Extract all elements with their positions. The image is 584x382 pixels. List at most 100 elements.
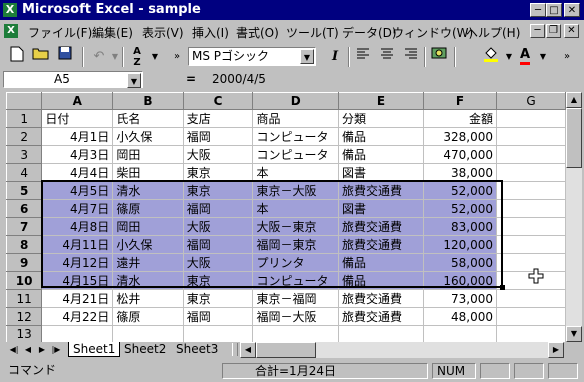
column-header-g[interactable]: G (496, 92, 566, 110)
doc-minimize-button[interactable]: ─ (530, 24, 545, 38)
row-header[interactable]: 8 (6, 235, 43, 254)
column-header-a[interactable]: A (41, 92, 114, 110)
cell-b3[interactable]: 岡田 (112, 145, 184, 164)
scroll-down-icon[interactable]: ▼ (566, 326, 582, 342)
hscroll-thumb[interactable] (256, 342, 316, 358)
cell-c6[interactable]: 福岡 (182, 199, 254, 218)
row-header[interactable]: 13 (6, 325, 43, 342)
cell-e4[interactable]: 図書 (338, 163, 424, 182)
sort-dropdown-icon[interactable]: ▼ (144, 46, 166, 68)
more-buttons-icon[interactable]: » (556, 46, 578, 68)
cell-c7[interactable]: 大阪 (182, 217, 254, 236)
column-header-e[interactable]: E (338, 92, 424, 110)
cell-b11[interactable]: 松井 (112, 289, 184, 308)
cell-d6[interactable]: 本 (252, 199, 340, 218)
cell-e7[interactable]: 旅費交通費 (338, 217, 424, 236)
row-header[interactable]: 1 (6, 109, 43, 128)
cell-b1[interactable]: 氏名 (112, 109, 184, 128)
cell-e3[interactable]: 備品 (338, 145, 424, 164)
formula-input[interactable]: 2000/4/5 (212, 72, 266, 86)
select-all-corner[interactable] (6, 92, 43, 110)
maximize-button[interactable]: □ (546, 3, 562, 17)
cell-c12[interactable]: 福岡 (182, 307, 254, 326)
cell-d9[interactable]: プリンタ (252, 253, 340, 272)
tab-sheet2[interactable]: Sheet2 (120, 342, 170, 357)
cell-d3[interactable]: コンピュータ (252, 145, 340, 164)
cell-g13[interactable] (496, 325, 566, 342)
row-header[interactable]: 11 (6, 289, 43, 308)
scroll-thumb[interactable] (566, 108, 582, 168)
new-file-icon[interactable] (6, 46, 28, 68)
cell-a5[interactable]: 4月5日 (41, 181, 114, 200)
cell-f5[interactable]: 52,000 (422, 181, 498, 200)
row-header[interactable]: 5 (6, 181, 43, 200)
scroll-right-icon[interactable]: ▶ (548, 342, 564, 358)
cell-e2[interactable]: 備品 (338, 127, 424, 146)
cell-b7[interactable]: 岡田 (112, 217, 184, 236)
row-header[interactable]: 10 (6, 271, 43, 290)
cell-d13[interactable] (252, 325, 340, 342)
cell-b10[interactable]: 清水 (112, 271, 184, 290)
cell-g5[interactable] (496, 181, 566, 200)
cell-a2[interactable]: 4月1日 (41, 127, 114, 146)
menu-help[interactable]: ヘルプ(H) (466, 24, 520, 41)
tab-sheet1[interactable]: Sheet1 (68, 342, 121, 357)
cell-e8[interactable]: 旅費交通費 (338, 235, 424, 254)
cell-f4[interactable]: 38,000 (422, 163, 498, 182)
cell-b13[interactable] (112, 325, 184, 342)
cell-c10[interactable]: 東京 (182, 271, 254, 290)
menu-file[interactable]: ファイル(F) (28, 24, 92, 41)
close-button[interactable]: ✕ (564, 3, 580, 17)
cell-a6[interactable]: 4月7日 (41, 199, 114, 218)
cell-f10[interactable]: 160,000 (422, 271, 498, 290)
align-center-icon[interactable] (376, 46, 398, 68)
more-buttons-icon[interactable]: » (166, 46, 188, 68)
cell-f13[interactable] (422, 325, 498, 342)
cell-g7[interactable] (496, 217, 566, 236)
cell-d7[interactable]: 大阪－東京 (252, 217, 340, 236)
cell-d4[interactable]: 本 (252, 163, 340, 182)
cell-f2[interactable]: 328,000 (422, 127, 498, 146)
cell-b8[interactable]: 小久保 (112, 235, 184, 254)
scroll-left-icon[interactable]: ◀ (240, 342, 256, 358)
cell-f3[interactable]: 470,000 (422, 145, 498, 164)
row-header[interactable]: 2 (6, 127, 43, 146)
cell-d2[interactable]: コンピュータ (252, 127, 340, 146)
row-header[interactable]: 6 (6, 199, 43, 218)
cell-a3[interactable]: 4月3日 (41, 145, 114, 164)
doc-restore-button[interactable]: ❐ (546, 24, 561, 38)
cell-e11[interactable]: 旅費交通費 (338, 289, 424, 308)
open-folder-icon[interactable] (30, 46, 52, 68)
save-icon[interactable] (54, 46, 76, 68)
edit-formula-button[interactable]: = (186, 72, 196, 86)
worksheet-grid[interactable]: ABCDEFG 1 日付 氏名 支店 商品 分類 金額 2 4月1日 小久保 福岡 コンピュータ 備品 3… (6, 92, 566, 342)
minimize-button[interactable]: ─ (530, 3, 546, 17)
cell-e10[interactable]: 備品 (338, 271, 424, 290)
first-sheet-icon[interactable]: ◀| (8, 343, 20, 356)
column-header-b[interactable]: B (112, 92, 184, 110)
vertical-scrollbar[interactable]: ▲ ▼ (566, 92, 582, 342)
doc-close-button[interactable]: ✕ (564, 24, 579, 38)
cell-d8[interactable]: 福岡－東京 (252, 235, 340, 254)
next-sheet-icon[interactable]: ▶ (36, 343, 48, 356)
fill-handle[interactable] (500, 285, 505, 290)
cell-c8[interactable]: 福岡 (182, 235, 254, 254)
menu-format[interactable]: 書式(O) (236, 24, 279, 41)
align-left-icon[interactable] (352, 46, 374, 68)
cell-f1[interactable]: 金額 (422, 109, 498, 128)
cell-f7[interactable]: 83,000 (422, 217, 498, 236)
italic-button[interactable]: I (324, 46, 346, 68)
cell-g11[interactable] (496, 289, 566, 308)
cell-d5[interactable]: 東京－大阪 (252, 181, 340, 200)
cell-a7[interactable]: 4月8日 (41, 217, 114, 236)
tab-sheet3[interactable]: Sheet3 (172, 342, 222, 357)
column-header-d[interactable]: D (252, 92, 340, 110)
cell-f12[interactable]: 48,000 (422, 307, 498, 326)
cell-g1[interactable] (496, 109, 566, 128)
cell-c4[interactable]: 東京 (182, 163, 254, 182)
cell-b6[interactable]: 篠原 (112, 199, 184, 218)
cell-b5[interactable]: 清水 (112, 181, 184, 200)
cell-e1[interactable]: 分類 (338, 109, 424, 128)
menu-data[interactable]: データ(D) (342, 24, 397, 41)
prev-sheet-icon[interactable]: ◀ (22, 343, 34, 356)
